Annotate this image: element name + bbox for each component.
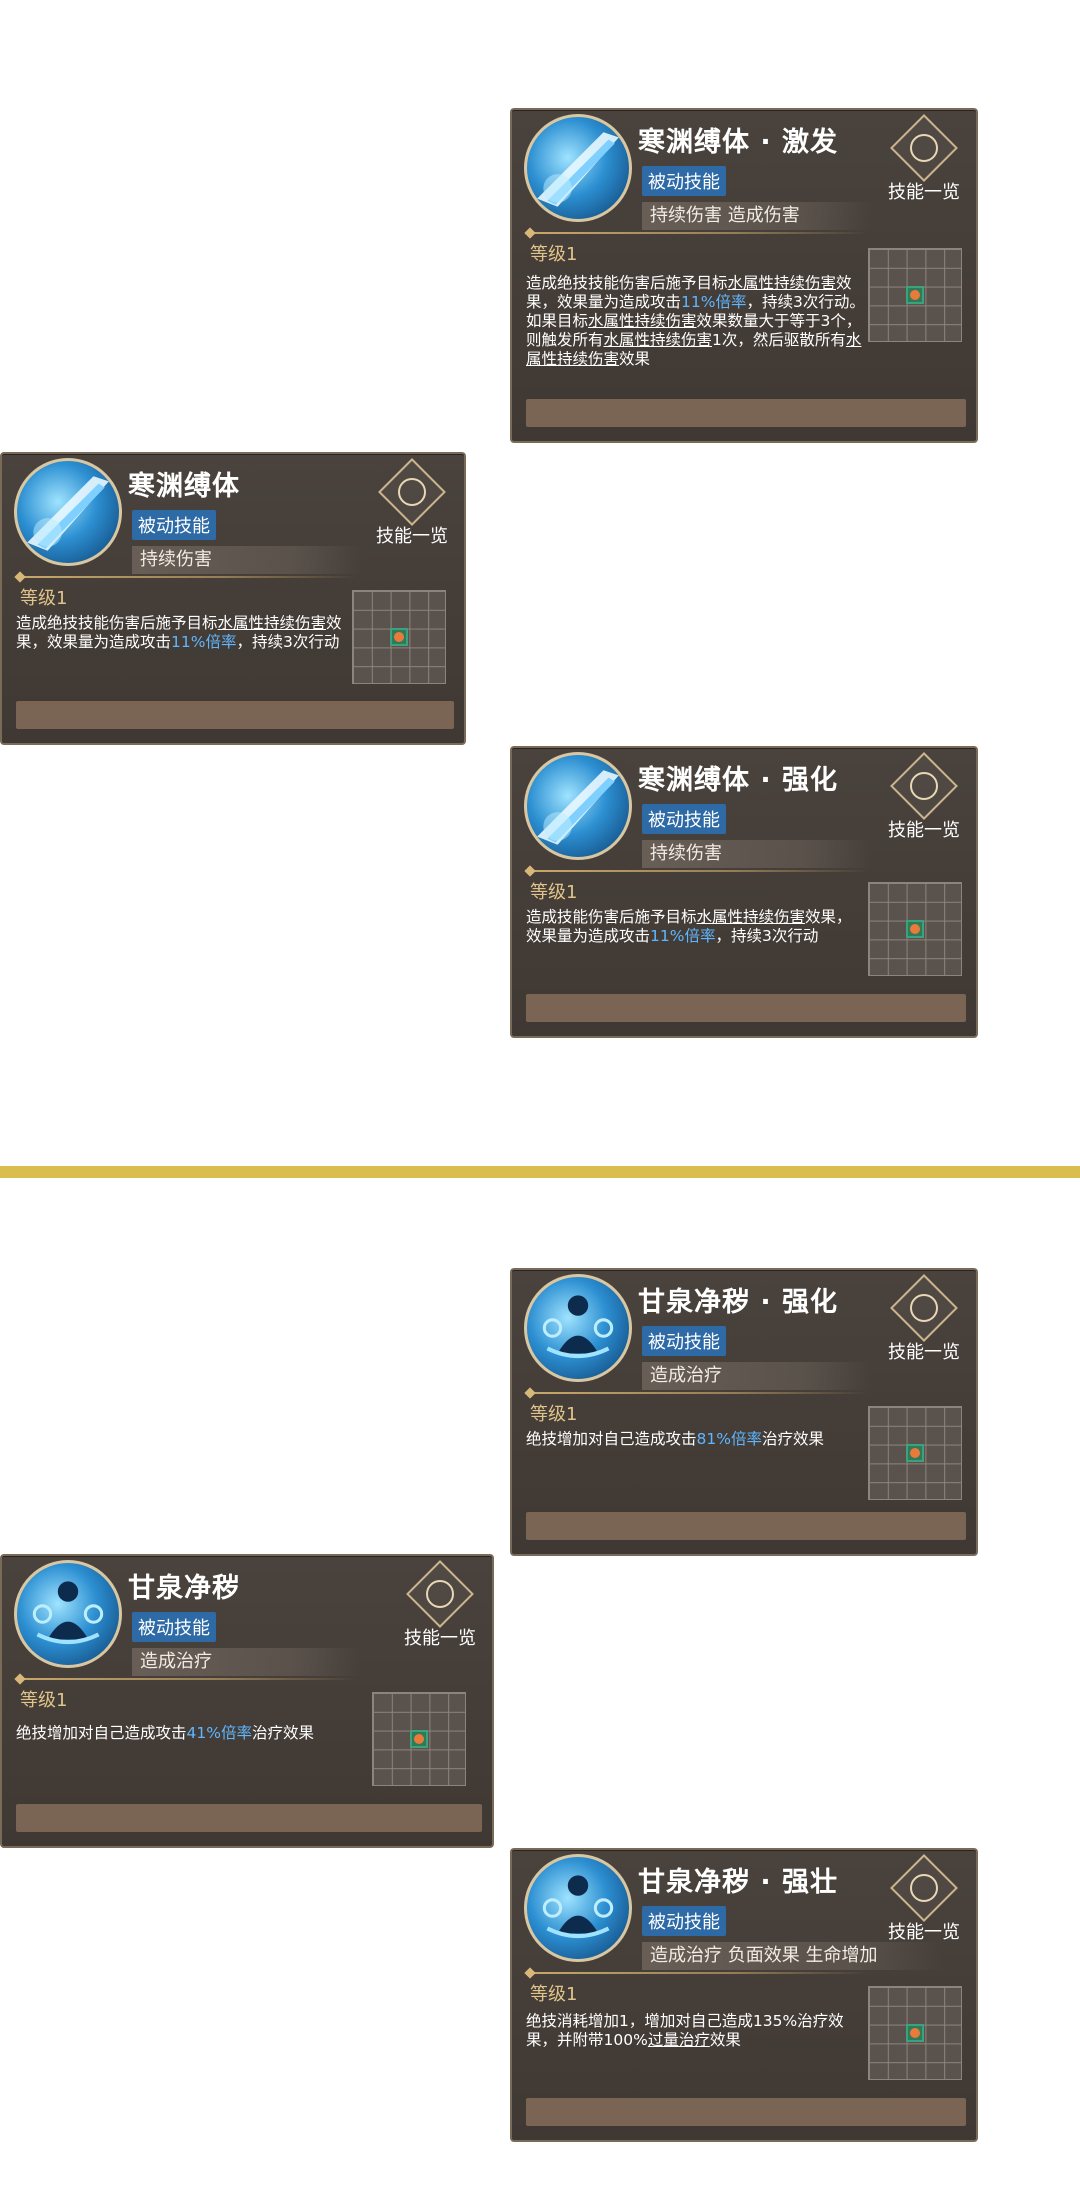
skill-level: 等级1: [530, 882, 578, 903]
skill-title: 甘泉净秽 · 强化: [638, 1287, 839, 1318]
skill-list-button[interactable]: 技能一览: [882, 114, 966, 210]
divider: [528, 870, 868, 872]
passive-skill-badge: 被动技能: [642, 166, 726, 196]
skill-card-ganquan-qianghua: 甘泉净秽 · 强化 被动技能 造成治疗 技能一览 等级1 绝技增加对自己造成攻击…: [510, 1268, 978, 1556]
range-grid: [868, 882, 962, 976]
skill-tags: 持续伤害: [132, 546, 362, 574]
range-center-dot: [390, 628, 408, 646]
skill-card-ganquan: 甘泉净秽 被动技能 造成治疗 技能一览 等级1 绝技增加对自己造成攻击41%倍率…: [0, 1554, 494, 1848]
skill-card-ganquan-qiangzhuang: 甘泉净秽 · 强壮 被动技能 造成治疗 负面效果 生命增加 技能一览 等级1 绝…: [510, 1848, 978, 2142]
skill-card-hanyuan-jifa: 寒渊缚体 · 激发 被动技能 持续伤害 造成伤害 技能一览 等级1 造成绝技技能…: [510, 108, 978, 443]
skill-card-hanyuan-qianghua: 寒渊缚体 · 强化 被动技能 持续伤害 技能一览 等级1 造成技能伤害后施予目标…: [510, 746, 978, 1038]
skill-description: 造成绝技技能伤害后施予目标水属性持续伤害效果，效果量为造成攻击11%倍率，持续3…: [16, 614, 342, 651]
passive-skill-badge: 被动技能: [132, 1612, 216, 1642]
passive-skill-badge: 被动技能: [642, 1906, 726, 1936]
section-separator: [0, 1166, 1080, 1178]
skill-meditation-icon: [524, 1274, 632, 1382]
divider: [528, 232, 868, 234]
skill-description: 造成技能伤害后施予目标水属性持续伤害效果，效果量为造成攻击11%倍率，持续3次行…: [526, 908, 852, 945]
range-center-dot: [410, 1730, 428, 1748]
skill-title: 寒渊缚体: [128, 471, 240, 502]
range-grid: [868, 1406, 962, 1500]
skill-tags: 持续伤害: [642, 840, 872, 868]
skill-list-button[interactable]: 技能一览: [882, 1854, 966, 1950]
skill-title: 甘泉净秽 · 强壮: [638, 1867, 839, 1898]
divider: [18, 576, 358, 578]
range-grid: [868, 1986, 962, 2080]
passive-skill-badge: 被动技能: [132, 510, 216, 540]
bottom-bar: [526, 2098, 966, 2126]
bottom-bar: [16, 701, 454, 729]
range-grid: [372, 1692, 466, 1786]
bottom-bar: [526, 1512, 966, 1540]
skill-meditation-icon: [14, 1560, 122, 1668]
bottom-bar: [526, 994, 966, 1022]
range-center-dot: [906, 1444, 924, 1462]
skill-sword-icon: [524, 114, 632, 222]
skill-tags: 持续伤害 造成伤害: [642, 202, 872, 230]
divider: [18, 1678, 358, 1680]
divider: [528, 1392, 868, 1394]
skill-description: 绝技消耗增加1，增加对自己造成135%治疗效果，并附带100%过量治疗效果: [526, 2012, 844, 2049]
range-center-dot: [906, 286, 924, 304]
skill-level: 等级1: [530, 1984, 578, 2005]
divider: [528, 1972, 868, 1974]
skill-sword-icon: [524, 752, 632, 860]
passive-skill-badge: 被动技能: [642, 1326, 726, 1356]
skill-sword-icon: [14, 458, 122, 566]
skill-level: 等级1: [530, 1404, 578, 1425]
skill-list-button[interactable]: 技能一览: [398, 1560, 482, 1656]
skill-list-button[interactable]: 技能一览: [882, 752, 966, 848]
skill-description: 绝技增加对自己造成攻击41%倍率治疗效果: [16, 1724, 314, 1742]
range-center-dot: [906, 920, 924, 938]
skill-list-button[interactable]: 技能一览: [882, 1274, 966, 1370]
range-center-dot: [906, 2024, 924, 2042]
skill-level: 等级1: [20, 588, 68, 609]
skill-title: 寒渊缚体 · 强化: [638, 765, 839, 796]
bottom-bar: [526, 399, 966, 427]
skill-level: 等级1: [530, 244, 578, 265]
skill-title: 寒渊缚体 · 激发: [638, 127, 839, 158]
skill-list-button[interactable]: 技能一览: [370, 458, 454, 554]
skill-title: 甘泉净秽: [128, 1573, 240, 1604]
skill-tags: 造成治疗: [132, 1648, 362, 1676]
skill-card-hanyuan: 寒渊缚体 被动技能 持续伤害 技能一览 等级1 造成绝技技能伤害后施予目标水属性…: [0, 452, 466, 745]
skill-tags: 造成治疗: [642, 1362, 872, 1390]
range-grid: [868, 248, 962, 342]
skill-level: 等级1: [20, 1690, 68, 1711]
skill-description: 绝技增加对自己造成攻击81%倍率治疗效果: [526, 1430, 824, 1448]
skill-description: 造成绝技技能伤害后施予目标水属性持续伤害效果，效果量为造成攻击11%倍率，持续3…: [526, 274, 865, 368]
passive-skill-badge: 被动技能: [642, 804, 726, 834]
skill-meditation-icon: [524, 1854, 632, 1962]
bottom-bar: [16, 1804, 482, 1832]
range-grid: [352, 590, 446, 684]
